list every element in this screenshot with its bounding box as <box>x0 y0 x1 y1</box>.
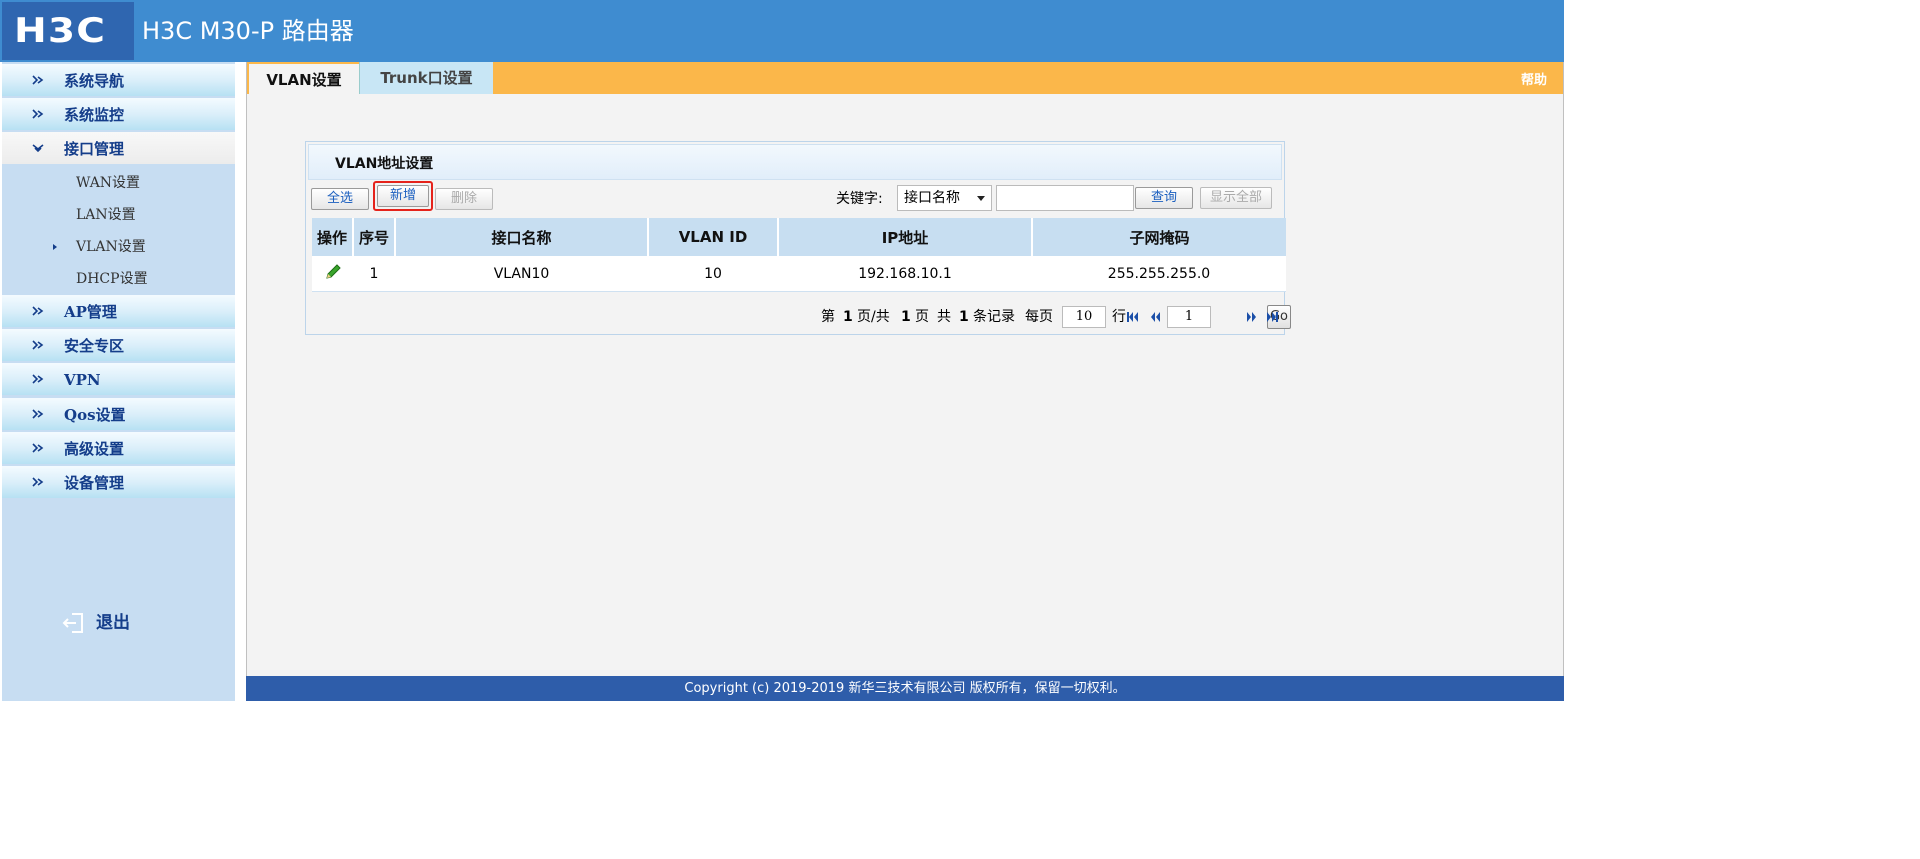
col-header-mask[interactable]: 子网掩码 <box>1032 218 1286 257</box>
triangle-bullet-icon <box>32 340 44 350</box>
col-header-ip[interactable]: IP地址 <box>778 218 1033 257</box>
panel-title: VLAN地址设置 <box>335 156 434 172</box>
menu-item-vpn[interactable]: VPN <box>2 363 235 395</box>
tab-vlan-settings[interactable]: VLAN设置 <box>249 62 359 94</box>
triangle-bullet-icon <box>32 409 44 419</box>
triangle-bullet-icon <box>32 477 44 487</box>
last-page-icon[interactable] <box>1266 311 1278 323</box>
menu-item-qos[interactable]: Qos设置 <box>2 398 235 430</box>
pg-total-prefix: 共 <box>937 309 951 325</box>
pg-prefix: 第 <box>821 309 835 325</box>
menu-label: AP管理 <box>64 303 117 321</box>
menu-label: 安全专区 <box>64 337 125 355</box>
vlan-address-panel: VLAN地址设置 全选 新增 删除 关键字: 接口名称 查询 显示全部 操作 序… <box>305 141 1291 335</box>
sub-label: DHCP设置 <box>76 271 148 287</box>
pg-page-suffix: 页 <box>915 309 929 325</box>
keyword-label: 关键字: <box>836 191 883 207</box>
triangle-bullet-icon <box>32 374 44 384</box>
menu-label: 设备管理 <box>64 474 125 492</box>
cell-index: 1 <box>353 256 395 292</box>
footer: Copyright (c) 2019-2019 新华三技术有限公司 版权所有，保… <box>246 676 1564 701</box>
menu-label: 系统监控 <box>64 106 125 124</box>
h3c-logo: H3C <box>2 2 134 60</box>
query-button[interactable]: 查询 <box>1135 187 1193 209</box>
edit-cell <box>312 256 353 292</box>
sidebar-subitem-wan[interactable]: WAN设置 <box>2 168 235 198</box>
sub-label: VLAN设置 <box>76 239 146 255</box>
sub-label: LAN设置 <box>76 207 136 223</box>
keyword-input[interactable] <box>996 185 1134 211</box>
table-header-row: 操作 序号 接口名称 VLAN ID IP地址 子网掩码 <box>312 218 1286 257</box>
triangle-bullet-icon <box>32 443 44 453</box>
sidebar: 系统导航 系统监控 接口管理 WAN设置 LAN设置 VLAN设置 DHCP设置… <box>2 62 235 701</box>
keyword-select-value: 接口名称 <box>904 190 960 206</box>
logout-button[interactable]: 退出 <box>60 610 180 636</box>
per-page-input[interactable]: 10 <box>1062 306 1106 328</box>
cell-vlan-id: 10 <box>648 256 778 292</box>
logout-label: 退出 <box>96 613 130 633</box>
product-title: H3C M30-P 路由器 <box>142 17 354 45</box>
triangle-bullet-icon <box>32 109 44 119</box>
svg-text:H3C: H3C <box>14 14 106 48</box>
sidebar-subitem-dhcp[interactable]: DHCP设置 <box>2 264 235 294</box>
add-button-highlight <box>373 181 433 211</box>
col-header-interface[interactable]: 接口名称 <box>395 218 649 257</box>
table-row: 1 VLAN10 10 192.168.10.1 255.255.255.0 <box>312 256 1286 292</box>
pencil-icon[interactable] <box>324 263 342 281</box>
prev-page-icon[interactable] <box>1149 311 1161 323</box>
pg-rows-label: 行 <box>1112 309 1126 325</box>
goto-page-input[interactable]: 1 <box>1167 306 1211 328</box>
sidebar-subitem-lan[interactable]: LAN设置 <box>2 200 235 230</box>
pg-per-page-label: 每页 <box>1025 309 1053 325</box>
sub-label: WAN设置 <box>76 175 141 191</box>
pg-records-suffix: 条记录 <box>973 309 1015 325</box>
delete-button[interactable]: 删除 <box>435 188 493 210</box>
menu-label: 接口管理 <box>64 140 125 158</box>
active-arrow-icon <box>53 244 57 250</box>
tab-bar: VLAN设置 Trunk口设置 帮助 <box>247 62 1563 94</box>
col-header-action: 操作 <box>312 218 354 257</box>
next-page-icon[interactable] <box>1246 311 1258 323</box>
cell-ip: 192.168.10.1 <box>778 256 1032 292</box>
cell-interface: VLAN10 <box>395 256 648 292</box>
main-content: VLAN设置 Trunk口设置 帮助 VLAN地址设置 全选 新增 删除 关键字… <box>246 62 1564 676</box>
triangle-bullet-icon <box>32 75 44 85</box>
frame-edge <box>1564 0 1568 703</box>
panel-header: VLAN地址设置 <box>308 144 1282 180</box>
col-header-index: 序号 <box>353 218 396 257</box>
select-all-button[interactable]: 全选 <box>311 188 369 210</box>
menu-label: VPN <box>64 371 101 389</box>
menu-label: 系统导航 <box>64 72 125 90</box>
menu-label: Qos设置 <box>64 406 126 424</box>
chevron-down-icon <box>977 196 985 201</box>
header-bar: H3C H3C M30-P 路由器 <box>0 0 1568 62</box>
vlan-table: 操作 序号 接口名称 VLAN ID IP地址 子网掩码 1 VLAN10 10… <box>312 218 1286 292</box>
pg-total-pages: 1 <box>901 309 911 325</box>
pg-page-sep: 页/共 <box>857 309 890 325</box>
menu-item-security[interactable]: 安全专区 <box>2 329 235 361</box>
tab-trunk-settings[interactable]: Trunk口设置 <box>359 62 493 94</box>
menu-item-ap-mgmt[interactable]: AP管理 <box>2 295 235 327</box>
menu-item-interface-mgmt[interactable]: 接口管理 <box>2 132 235 164</box>
cell-mask: 255.255.255.0 <box>1032 256 1286 292</box>
show-all-button[interactable]: 显示全部 <box>1200 187 1272 209</box>
keyword-select[interactable]: 接口名称 <box>897 185 992 211</box>
h3c-logo-mark: H3C <box>14 14 106 48</box>
help-link[interactable]: 帮助 <box>1521 62 1547 100</box>
menu-item-system-monitor[interactable]: 系统监控 <box>2 98 235 130</box>
menu-item-device-mgmt[interactable]: 设备管理 <box>2 466 235 498</box>
pg-total-records: 1 <box>959 309 969 325</box>
logout-icon <box>62 613 83 633</box>
menu-label: 高级设置 <box>64 440 125 458</box>
menu-item-system-nav[interactable]: 系统导航 <box>2 64 235 96</box>
pagination: 第 1 页/共 1 页 共 1 条记录 每页 10 行 1 Go <box>821 304 1291 330</box>
pg-current-page: 1 <box>843 309 853 325</box>
col-header-vlan-id[interactable]: VLAN ID <box>648 218 779 257</box>
chevron-down-icon <box>32 144 44 153</box>
sidebar-subitem-vlan[interactable]: VLAN设置 <box>2 232 235 262</box>
first-page-icon[interactable] <box>1127 311 1139 323</box>
menu-item-advanced[interactable]: 高级设置 <box>2 432 235 464</box>
triangle-bullet-icon <box>32 306 44 316</box>
